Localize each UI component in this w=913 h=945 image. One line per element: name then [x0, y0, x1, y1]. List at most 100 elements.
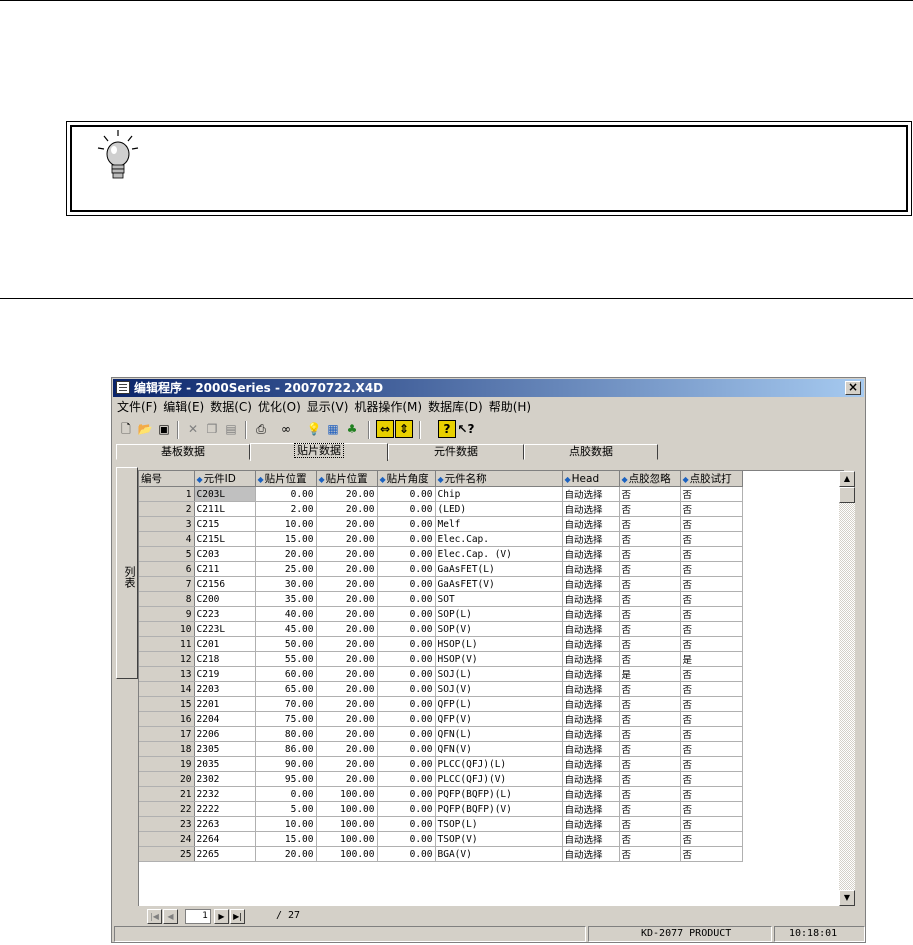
cell-x[interactable]: 90.00 [255, 756, 317, 772]
table-row[interactable]: 5 C203 20.00 20.00 0.00 Elec.Cap. (V) 自动选择否否 [139, 546, 743, 562]
new-file-icon[interactable]: 🗋 [117, 420, 135, 438]
cell-angle[interactable]: 0.00 [377, 681, 436, 697]
cell-dispense-skip[interactable]: 否 [619, 756, 681, 772]
cell-part-name[interactable]: HSOP(V) [435, 651, 563, 667]
cell-head[interactable]: 自动选择 [562, 681, 620, 697]
cell-dispense-test[interactable]: 否 [680, 486, 743, 502]
cell-dispense-test[interactable]: 否 [680, 576, 743, 592]
cell-part-id[interactable]: 2265 [194, 846, 256, 862]
cell-dispense-skip[interactable]: 否 [619, 516, 681, 532]
cell-head[interactable]: 自动选择 [562, 771, 620, 787]
cell-angle[interactable]: 0.00 [377, 636, 436, 652]
cell-part-id[interactable]: 2201 [194, 696, 256, 712]
cell-part-name[interactable]: PQFP(BQFP)(V) [435, 801, 563, 817]
cell-angle[interactable]: 0.00 [377, 576, 436, 592]
cell-part-id[interactable]: 2222 [194, 801, 256, 817]
cell-dispense-skip[interactable]: 否 [619, 501, 681, 517]
cell-part-name[interactable]: HSOP(L) [435, 636, 563, 652]
cell-part-name[interactable]: PQFP(BQFP)(L) [435, 786, 563, 802]
cell-dispense-skip[interactable]: 否 [619, 651, 681, 667]
cell-y[interactable]: 100.00 [316, 786, 378, 802]
cell-angle[interactable]: 0.00 [377, 696, 436, 712]
cell-angle[interactable]: 0.00 [377, 486, 436, 502]
cell-y[interactable]: 100.00 [316, 801, 378, 817]
cell-dispense-skip[interactable]: 否 [619, 741, 681, 757]
cell-x[interactable]: 25.00 [255, 561, 317, 577]
cell-dispense-test[interactable]: 否 [680, 831, 743, 847]
side-tab-list[interactable]: 列表 [116, 467, 138, 679]
cell-dispense-skip[interactable]: 否 [619, 531, 681, 547]
menu-machine[interactable]: 机器操作(M) [351, 398, 425, 416]
cell-dispense-skip[interactable]: 否 [619, 786, 681, 802]
table-row[interactable]: 22 2222 5.00 100.00 0.00 PQFP(BQFP)(V) 自动选择否否 [139, 801, 743, 817]
cell-y[interactable]: 20.00 [316, 576, 378, 592]
table-row[interactable]: 25 2265 20.00 100.00 0.00 BGA(V) 自动选择否否 [139, 846, 743, 862]
cell-part-name[interactable]: SOP(V) [435, 621, 563, 637]
cell-x[interactable]: 80.00 [255, 726, 317, 742]
open-folder-icon[interactable]: 📂 [136, 420, 154, 438]
table-row[interactable]: 9 C223 40.00 20.00 0.00 SOP(L) 自动选择否否 [139, 606, 743, 622]
cell-head[interactable]: 自动选择 [562, 741, 620, 757]
cell-dispense-skip[interactable]: 否 [619, 561, 681, 577]
cell-dispense-skip[interactable]: 否 [619, 486, 681, 502]
menu-optimize[interactable]: 优化(O) [255, 398, 304, 416]
cell-dispense-skip[interactable]: 否 [619, 801, 681, 817]
cell-dispense-skip[interactable]: 否 [619, 546, 681, 562]
cell-y[interactable]: 100.00 [316, 831, 378, 847]
paste-icon[interactable]: ▤ [222, 420, 240, 438]
cell-angle[interactable]: 0.00 [377, 711, 436, 727]
close-button[interactable]: × [845, 381, 861, 395]
cell-head[interactable]: 自动选择 [562, 531, 620, 547]
cell-x[interactable]: 0.00 [255, 786, 317, 802]
cell-y[interactable]: 20.00 [316, 651, 378, 667]
cell-head[interactable]: 自动选择 [562, 786, 620, 802]
cell-dispense-skip[interactable]: 否 [619, 591, 681, 607]
col-header-dispense-test[interactable]: ◆点胶试打 [680, 471, 743, 487]
cell-part-name[interactable]: PLCC(QFJ)(V) [435, 771, 563, 787]
cell-angle[interactable]: 0.00 [377, 816, 436, 832]
cell-head[interactable]: 自动选择 [562, 486, 620, 502]
cell-y[interactable]: 20.00 [316, 771, 378, 787]
cell-dispense-test[interactable]: 否 [680, 516, 743, 532]
cell-y[interactable]: 20.00 [316, 561, 378, 577]
cell-part-id[interactable]: C215L [194, 531, 256, 547]
cell-y[interactable]: 20.00 [316, 726, 378, 742]
cell-dispense-test[interactable]: 否 [680, 561, 743, 577]
cell-dispense-test[interactable]: 否 [680, 756, 743, 772]
cell-dispense-skip[interactable]: 否 [619, 681, 681, 697]
cell-part-id[interactable]: C218 [194, 651, 256, 667]
table-row[interactable]: 17 2206 80.00 20.00 0.00 QFN(L) 自动选择否否 [139, 726, 743, 742]
table-row[interactable]: 7 C2156 30.00 20.00 0.00 GaAsFET(V) 自动选择否否 [139, 576, 743, 592]
cell-angle[interactable]: 0.00 [377, 831, 436, 847]
cell-x[interactable]: 65.00 [255, 681, 317, 697]
cell-part-id[interactable]: 2263 [194, 816, 256, 832]
col-header-x[interactable]: ◆贴片位置 [255, 471, 317, 487]
cell-part-name[interactable]: PLCC(QFJ)(L) [435, 756, 563, 772]
cell-y[interactable]: 20.00 [316, 606, 378, 622]
cell-part-id[interactable]: C223L [194, 621, 256, 637]
menu-edit[interactable]: 编辑(E) [160, 398, 207, 416]
table-row[interactable]: 3 C215 10.00 20.00 0.00 Melf 自动选择否否 [139, 516, 743, 532]
cell-dispense-test[interactable]: 否 [680, 711, 743, 727]
cell-part-name[interactable]: SOP(L) [435, 606, 563, 622]
fit-height-icon[interactable]: ⇕ [395, 420, 413, 438]
cell-dispense-test[interactable]: 否 [680, 531, 743, 547]
cell-y[interactable]: 20.00 [316, 741, 378, 757]
cell-part-name[interactable]: (LED) [435, 501, 563, 517]
cell-head[interactable]: 自动选择 [562, 636, 620, 652]
cell-dispense-test[interactable]: 否 [680, 621, 743, 637]
cell-head[interactable]: 自动选择 [562, 666, 620, 682]
cell-angle[interactable]: 0.00 [377, 801, 436, 817]
cell-part-name[interactable]: BGA(V) [435, 846, 563, 862]
cell-dispense-skip[interactable]: 否 [619, 831, 681, 847]
table-row[interactable]: 21 2232 0.00 100.00 0.00 PQFP(BQFP)(L) 自动选择否否 [139, 786, 743, 802]
cell-dispense-test[interactable]: 否 [680, 591, 743, 607]
cell-dispense-skip[interactable]: 否 [619, 846, 681, 862]
cell-angle[interactable]: 0.00 [377, 561, 436, 577]
cell-part-name[interactable]: Elec.Cap. (V) [435, 546, 563, 562]
cell-x[interactable]: 50.00 [255, 636, 317, 652]
cell-y[interactable]: 20.00 [316, 696, 378, 712]
cell-angle[interactable]: 0.00 [377, 546, 436, 562]
table-row[interactable]: 10 C223L 45.00 20.00 0.00 SOP(V) 自动选择否否 [139, 621, 743, 637]
cell-x[interactable]: 30.00 [255, 576, 317, 592]
